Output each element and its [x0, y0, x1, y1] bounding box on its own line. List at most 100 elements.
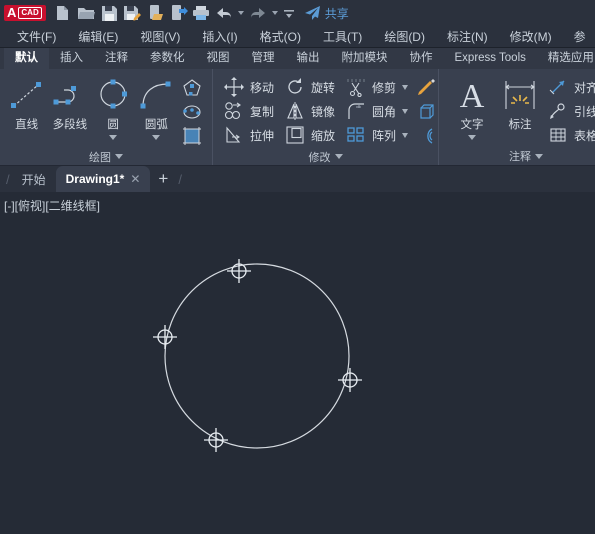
new-file-icon[interactable] — [53, 3, 73, 23]
panel-draw-expand-icon[interactable] — [115, 154, 123, 159]
undo-dropdown-icon[interactable] — [237, 11, 244, 15]
text-icon: A — [452, 75, 492, 115]
panel-modify-expand-icon[interactable] — [334, 154, 343, 159]
annotation-leader-button[interactable]: 引线 — [545, 99, 595, 123]
annotation-align-button[interactable]: 对齐 — [545, 75, 595, 99]
drawing-canvas[interactable]: [-][俯视][二维线框] — [0, 192, 595, 503]
rotate-icon — [282, 76, 308, 98]
modify-offset-button[interactable] — [412, 124, 440, 148]
save-as-icon[interactable] — [122, 3, 142, 23]
draw-circle-dropdown-icon[interactable] — [109, 135, 118, 140]
menu-item-parametric[interactable]: 参 — [563, 26, 595, 47]
3d-array-icon — [412, 101, 440, 123]
menu-item-modify[interactable]: 修改(M) — [499, 26, 563, 47]
menu-item-edit[interactable]: 编辑(E) — [67, 26, 129, 47]
file-tab-start[interactable]: 开始 — [12, 166, 56, 192]
menu-item-insert[interactable]: 插入(I) — [191, 26, 248, 47]
ribbon-tab-collaborate[interactable]: 协作 — [399, 48, 444, 69]
ribbon-tab-home[interactable]: 默认 — [4, 48, 49, 69]
file-tab-close-icon[interactable]: ✕ — [130, 172, 140, 186]
modify-trim-dropdown-icon[interactable] — [402, 84, 409, 90]
draw-arc-button[interactable]: 圆弧 — [135, 73, 178, 140]
ribbon-tab-insert[interactable]: 插入 — [49, 48, 94, 69]
file-tab-drawing1[interactable]: Drawing1* ✕ — [55, 166, 151, 192]
circle-icon — [94, 75, 132, 115]
ribbon-tab-parametric[interactable]: 参数化 — [139, 48, 196, 69]
panel-annotation-title[interactable]: 注释 — [439, 147, 595, 165]
annotation-text-dropdown-icon[interactable] — [468, 135, 476, 140]
modify-stretch-button[interactable]: 拉伸 — [221, 123, 274, 147]
modify-rotate-button[interactable]: 旋转 — [282, 75, 335, 99]
annotation-text-button[interactable]: A 文字 — [447, 73, 497, 140]
modify-scale-button[interactable]: 缩放 — [282, 123, 335, 147]
modify-match-properties-button[interactable] — [412, 76, 440, 100]
logo-letter: A — [7, 5, 17, 20]
quadrant-snap-top — [227, 259, 251, 283]
menu-item-tools[interactable]: 工具(T) — [312, 26, 373, 47]
draw-hatch-button[interactable] — [178, 124, 209, 148]
ribbon-tab-addins[interactable]: 附加模块 — [331, 48, 399, 69]
redo-dropdown-icon[interactable] — [271, 11, 278, 15]
panel-modify-title-label: 修改 — [308, 151, 331, 164]
modify-3d-array-button[interactable] — [412, 100, 440, 124]
draw-polygon-button[interactable] — [178, 76, 209, 100]
share-button[interactable]: 共享 — [303, 5, 349, 22]
polyline-icon — [51, 75, 89, 115]
save-icon[interactable] — [99, 3, 119, 23]
menu-item-format[interactable]: 格式(O) — [249, 26, 312, 47]
draw-arc-dropdown-icon[interactable] — [152, 135, 161, 140]
drawn-circle[interactable] — [164, 263, 350, 449]
draw-polyline-label: 多段线 — [52, 119, 88, 131]
draw-circle-label: 圆 — [107, 119, 119, 131]
draw-line-button[interactable]: 直线 — [5, 73, 48, 132]
panel-modify-title[interactable]: 修改 — [213, 148, 438, 165]
modify-mirror-label: 镜像 — [311, 104, 336, 119]
trim-icon — [343, 76, 369, 98]
modify-trim-button[interactable]: 修剪 — [343, 75, 409, 99]
modify-array-button[interactable]: 阵列 — [343, 123, 409, 147]
modify-fillet-dropdown-icon[interactable] — [402, 108, 409, 114]
new-tab-button[interactable]: + — [150, 166, 176, 192]
print-icon[interactable] — [191, 3, 211, 23]
modify-column-3: 修剪 圆角 阵列 — [343, 73, 409, 147]
snap-marker-group — [153, 259, 362, 452]
app-logo: A CAD — [4, 5, 46, 21]
annotation-table-button[interactable]: 表格 — [545, 123, 595, 147]
ribbon-tab-view[interactable]: 视图 — [196, 48, 241, 69]
panel-annotation: A 文字 标注 对 引 表 注释 — [438, 69, 595, 165]
save-to-web-icon[interactable] — [145, 3, 165, 23]
ellipse-icon — [178, 101, 206, 123]
panel-draw-title[interactable]: 绘图 — [0, 148, 212, 165]
ribbon-tab-manage[interactable]: 管理 — [241, 48, 286, 69]
menu-item-draw[interactable]: 绘图(D) — [373, 26, 436, 47]
annotation-dimension-button[interactable]: 标注 — [497, 73, 543, 132]
modify-array-dropdown-icon[interactable] — [402, 132, 409, 138]
draw-circle-button[interactable]: 圆 — [92, 73, 135, 140]
draw-ellipse-button[interactable] — [178, 100, 209, 124]
menu-item-view[interactable]: 视图(V) — [129, 26, 191, 47]
ribbon-tab-featured-apps[interactable]: 精选应用 — [537, 48, 595, 69]
annotation-leader-label: 引线 — [574, 104, 595, 119]
panel-annotation-expand-icon[interactable] — [535, 153, 543, 159]
ribbon-tab-output[interactable]: 输出 — [286, 48, 331, 69]
open-file-icon[interactable] — [76, 3, 96, 23]
file-tab-start-label: 开始 — [21, 172, 46, 187]
ribbon-tab-express-tools[interactable]: Express Tools — [444, 48, 537, 69]
modify-move-button[interactable]: 移动 — [221, 75, 274, 99]
modify-stretch-label: 拉伸 — [250, 128, 275, 143]
modify-column-2: 旋转 镜像 缩放 — [282, 73, 335, 147]
modify-mirror-button[interactable]: 镜像 — [282, 99, 335, 123]
open-from-web-icon[interactable] — [168, 3, 188, 23]
draw-polyline-button[interactable]: 多段线 — [48, 73, 91, 132]
menu-item-dimension[interactable]: 标注(N) — [436, 26, 499, 47]
redo-icon[interactable] — [248, 3, 268, 23]
fillet-icon — [343, 100, 369, 122]
undo-icon[interactable] — [214, 3, 234, 23]
ribbon-tab-annotate[interactable]: 注释 — [94, 48, 139, 69]
modify-copy-button[interactable]: 复制 — [221, 99, 274, 123]
menu-item-file[interactable]: 文件(F) — [6, 26, 67, 47]
draw-small-icons — [178, 73, 209, 148]
modify-fillet-button[interactable]: 圆角 — [343, 99, 409, 123]
draw-line-label: 直线 — [15, 119, 39, 131]
customize-qat-icon[interactable] — [282, 3, 296, 23]
